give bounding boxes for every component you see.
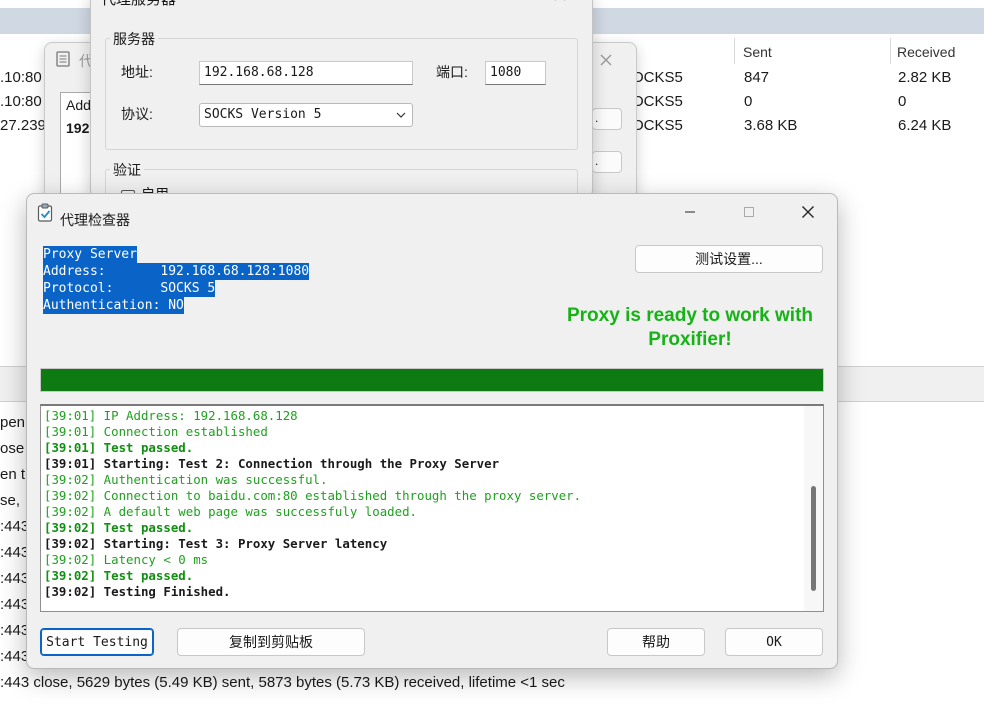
log-line: [39:02] Test passed. xyxy=(44,568,194,583)
bg-log-line: :443 xyxy=(0,622,30,639)
help-icon[interactable] xyxy=(496,0,512,1)
table-cell-address: .10:80 xyxy=(0,69,42,86)
address-input[interactable]: 192.168.68.128 xyxy=(199,61,413,85)
address-label: 地址: xyxy=(121,64,153,80)
table-cell-address: .10:80 xyxy=(0,93,42,110)
column-header-received[interactable]: Received xyxy=(897,44,955,60)
proxy-list-item[interactable]: 192 xyxy=(66,120,89,136)
log-line: [39:02] Latency < 0 ms xyxy=(44,552,209,567)
column-divider xyxy=(890,38,891,64)
edit-button[interactable]: . xyxy=(592,108,622,130)
maximize-icon xyxy=(726,200,772,224)
copy-to-clipboard-button[interactable]: 复制到剪贴板 xyxy=(177,628,365,656)
table-cell-received: 0 xyxy=(898,93,907,110)
bg-log-line: :443 xyxy=(0,544,30,561)
column-divider xyxy=(734,38,735,64)
log-line: [39:02] Testing Finished. xyxy=(44,584,231,599)
proxy-list-header: Add xyxy=(66,97,91,113)
protocol-label: 协议: xyxy=(121,106,153,122)
proxy-server-dialog-title: 代理服务器 xyxy=(101,0,176,9)
ready-message: Proxy is ready to work with Proxifier! xyxy=(566,305,814,350)
proxy-checker-title: 代理检查器 xyxy=(60,212,130,228)
close-icon[interactable] xyxy=(553,0,569,1)
log-line: [39:02] Test passed. xyxy=(44,520,194,535)
log-line: [39:02] Authentication was successful. xyxy=(44,472,328,487)
proxy-info-line: Protocol: SOCKS 5 xyxy=(43,280,216,297)
clipboard-check-icon xyxy=(37,203,54,222)
auth-group-title: 验证 xyxy=(110,160,144,180)
table-cell-protocol: OCKS5 xyxy=(632,117,683,134)
ok-button[interactable]: OK xyxy=(725,628,823,656)
table-cell-received: 6.24 KB xyxy=(898,117,952,134)
log-line: [39:02] A default web page was successfu… xyxy=(44,504,417,519)
protocol-select-value: SOCKS Version 5 xyxy=(204,107,322,122)
bg-log-line: ose xyxy=(0,440,25,457)
scrollbar[interactable] xyxy=(804,406,823,611)
help-button[interactable]: 帮助 xyxy=(607,628,705,656)
bg-log-line: :443 xyxy=(0,596,30,613)
proxy-info-line: Authentication: NO xyxy=(43,297,184,314)
bg-log-line: :443 xyxy=(0,518,30,535)
bg-log-line: :443 xyxy=(0,648,30,665)
table-cell-received: 2.82 KB xyxy=(898,69,952,86)
minimize-icon[interactable] xyxy=(667,200,713,224)
test-settings-button[interactable]: 测试设置... xyxy=(635,245,823,273)
table-cell-protocol: OCKS5 xyxy=(632,69,683,86)
column-header-sent[interactable]: Sent xyxy=(743,44,772,60)
server-group xyxy=(105,38,578,150)
table-cell-sent: 0 xyxy=(744,93,753,110)
chevron-down-icon xyxy=(396,109,406,119)
log-line: [39:01] IP Address: 192.168.68.128 xyxy=(44,408,298,423)
log-line: [39:01] Starting: Test 2: Connection thr… xyxy=(44,456,500,471)
table-cell-sent: 3.68 KB xyxy=(744,117,798,134)
log-line: [39:01] Connection established xyxy=(44,424,268,439)
proxy-info-line: Address: 192.168.68.128:1080 xyxy=(43,263,310,280)
close-icon[interactable] xyxy=(785,200,831,224)
bg-log-line: pen xyxy=(0,414,26,431)
start-testing-button[interactable]: Start Testing xyxy=(40,628,154,656)
progress-bar-fill xyxy=(41,369,823,391)
server-group-title: 服务器 xyxy=(110,29,158,49)
table-cell-protocol: OCKS5 xyxy=(632,93,683,110)
remove-button[interactable]: . xyxy=(592,151,622,173)
bg-log-last-line: :443 close, 5629 bytes (5.49 KB) sent, 5… xyxy=(0,674,565,691)
bg-log-line: :443 xyxy=(0,570,30,587)
table-cell-address: 27.239 xyxy=(0,117,46,134)
proxy-info-line: Proxy Server xyxy=(43,246,137,263)
log-line: [39:01] Test passed. xyxy=(44,440,194,455)
table-cell-sent: 847 xyxy=(744,69,770,86)
port-input[interactable]: 1080 xyxy=(485,61,546,85)
protocol-select[interactable]: SOCKS Version 5 xyxy=(199,103,413,127)
log-line: [39:02] Connection to baidu.com:80 estab… xyxy=(44,488,582,503)
port-label: 端口: xyxy=(436,64,468,80)
server-list-icon xyxy=(55,51,71,67)
bg-log-line: se, xyxy=(0,492,21,509)
log-line: [39:02] Starting: Test 3: Proxy Server l… xyxy=(44,536,388,551)
test-log[interactable]: [39:01] IP Address: 192.168.68.128 [39:01… xyxy=(40,404,824,612)
close-icon[interactable] xyxy=(598,52,614,68)
scrollbar-thumb[interactable] xyxy=(811,486,816,591)
bg-log-line: en t xyxy=(0,466,26,483)
progress-bar xyxy=(40,368,824,392)
